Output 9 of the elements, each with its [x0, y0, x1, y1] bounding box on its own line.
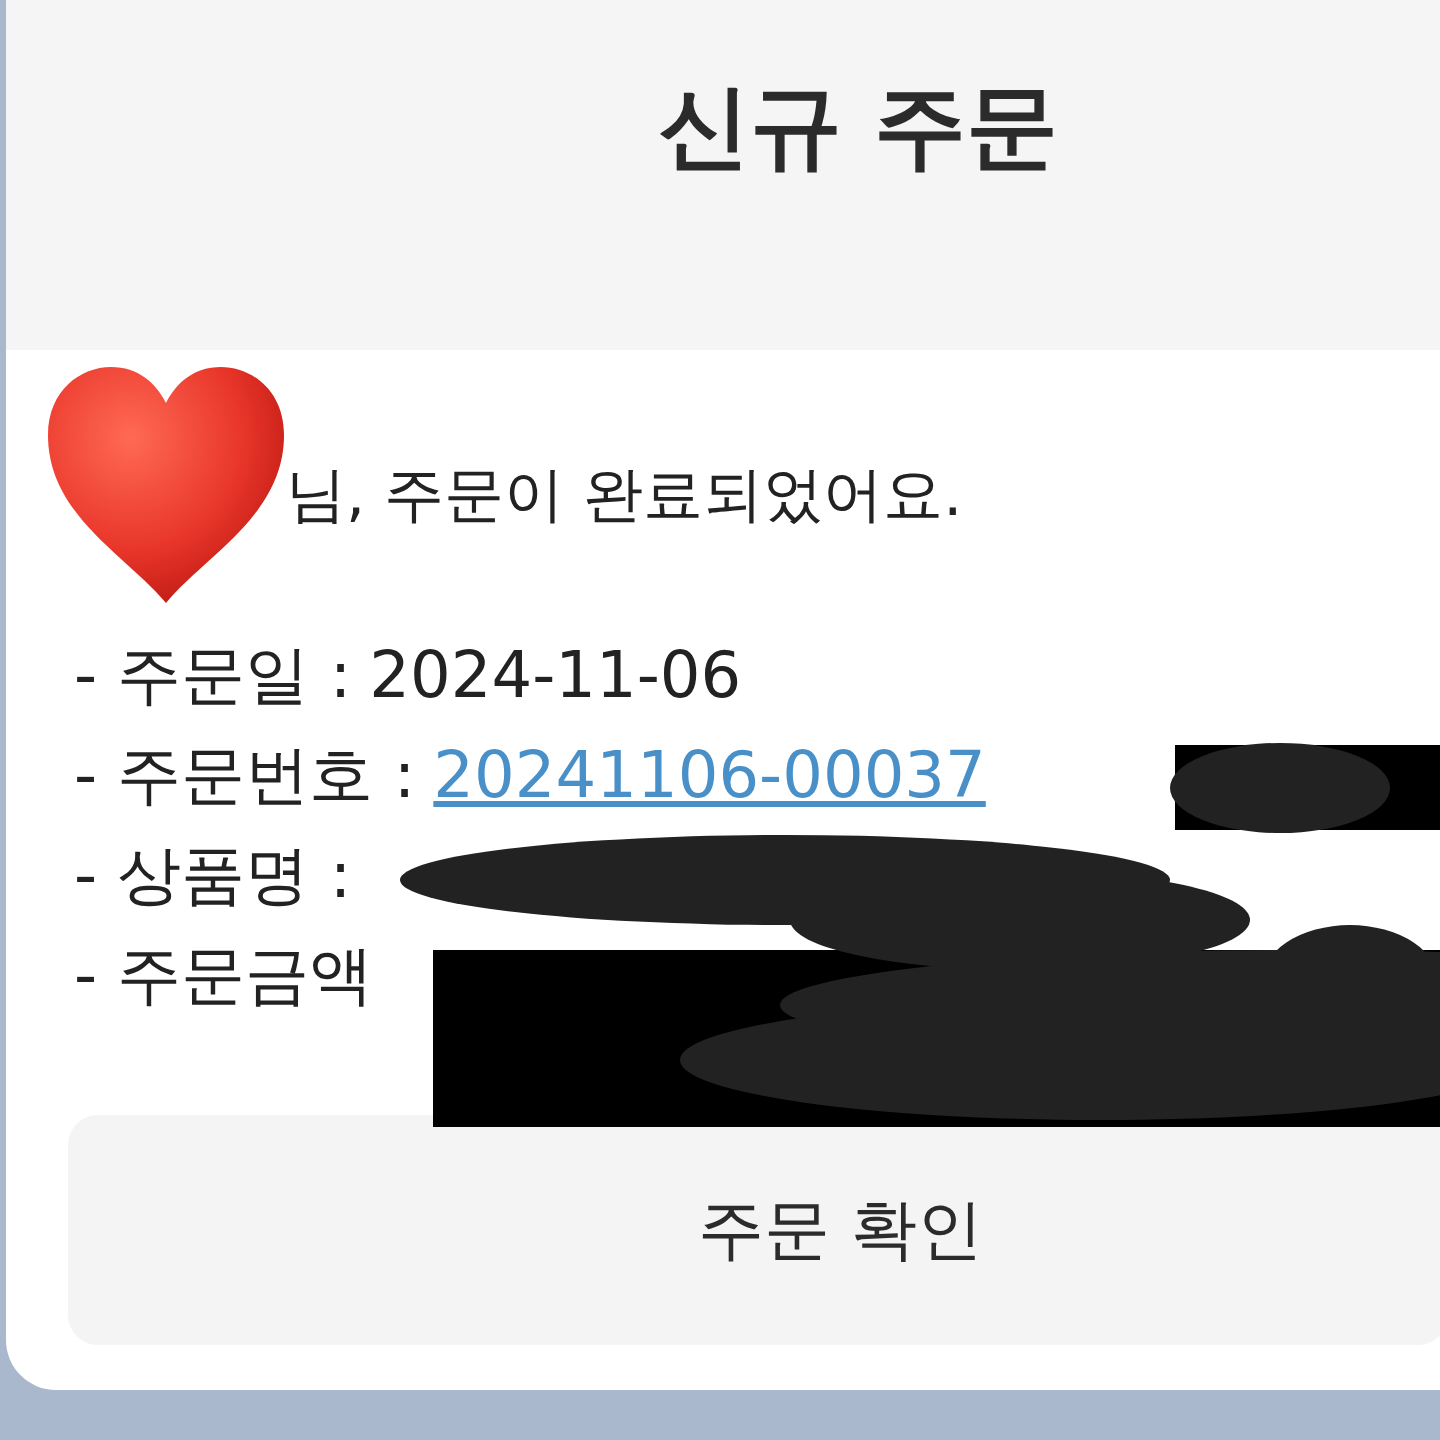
detail-label: - 주문금액 — [74, 936, 374, 1014]
detail-label: - 주문번호 : — [74, 736, 416, 814]
heart-icon — [46, 365, 286, 605]
greeting-text: 님, 주문이 완료되었어요. — [286, 457, 963, 531]
detail-value: 2024-11-06 — [369, 638, 742, 712]
detail-label: - 주문일 : — [74, 636, 352, 714]
confirm-order-button[interactable]: 주문 확인 — [68, 1115, 1440, 1345]
card-title: 신규 주문 — [658, 72, 1058, 182]
detail-label: - 상품명 : — [74, 836, 352, 914]
